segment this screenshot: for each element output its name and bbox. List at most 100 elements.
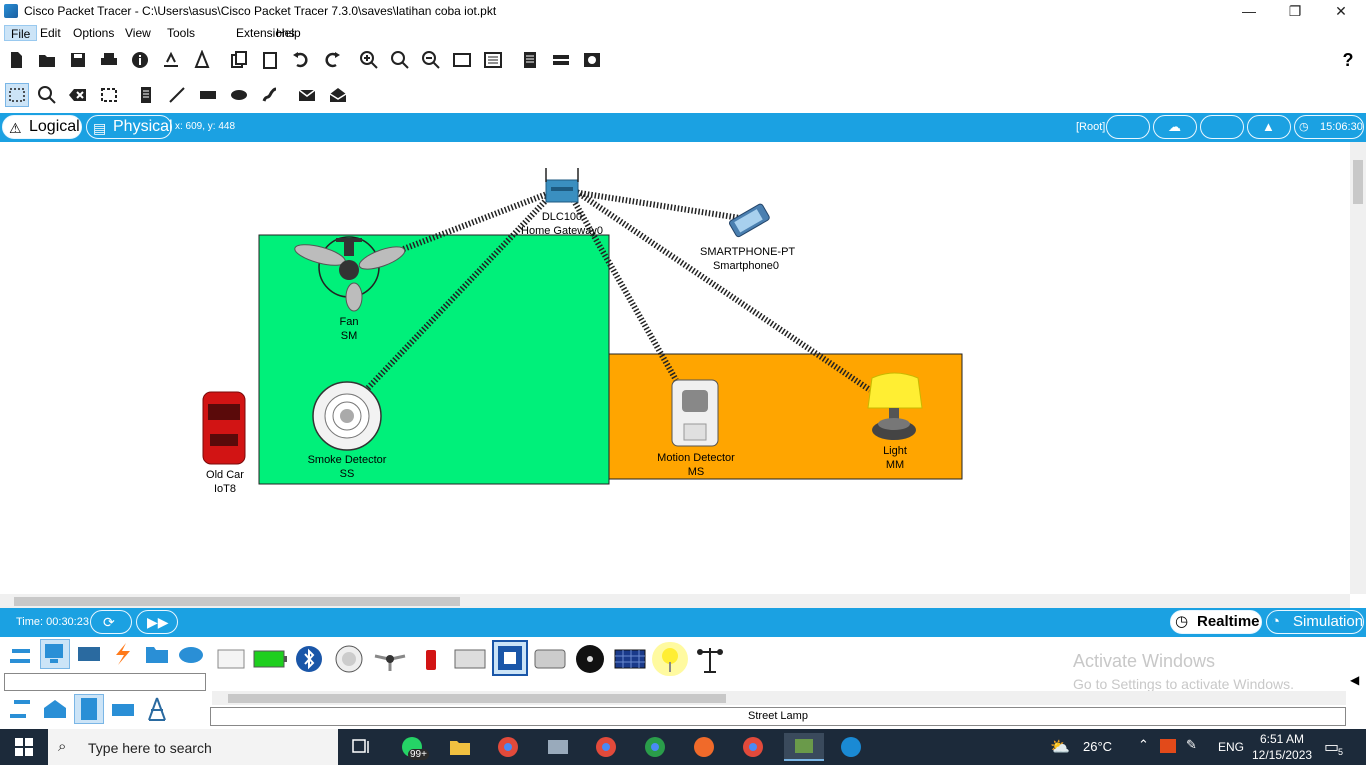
- device-thumb-speaker[interactable]: [572, 642, 608, 676]
- device-thumb-screen[interactable]: [214, 642, 248, 676]
- chrome-profile-3-icon[interactable]: [637, 733, 673, 761]
- network-devices-category-icon[interactable]: [6, 639, 36, 669]
- resize-shape-icon[interactable]: [97, 83, 121, 107]
- palette-icon[interactable]: [481, 48, 505, 72]
- panel-collapse-icon[interactable]: ◀: [1350, 673, 1359, 687]
- menu-edit[interactable]: Edit: [34, 25, 67, 41]
- end-devices-category-icon[interactable]: [40, 639, 70, 669]
- place-note-icon[interactable]: [134, 83, 158, 107]
- menu-help[interactable]: Help: [270, 25, 307, 41]
- device-list-scrollbar[interactable]: [212, 691, 1346, 705]
- wizard-icon[interactable]: [190, 48, 214, 72]
- draw-rectangle-icon[interactable]: [196, 83, 220, 107]
- menu-tools[interactable]: Tools: [161, 25, 201, 41]
- help-icon[interactable]: ?: [1336, 48, 1360, 72]
- image-viewer-icon[interactable]: [580, 48, 604, 72]
- device-thumb-bluetooth-icon[interactable]: [292, 642, 326, 676]
- taskbar-search-box[interactable]: ⌕ Type here to search: [48, 729, 338, 765]
- task-view-icon[interactable]: [344, 733, 380, 761]
- horizontal-scrollbar[interactable]: [0, 594, 1350, 608]
- move-object-button[interactable]: [1200, 115, 1244, 139]
- tab-physical[interactable]: ▤ Physical: [86, 115, 173, 139]
- restore-button[interactable]: ❐: [1272, 0, 1318, 24]
- whatsapp-icon[interactable]: 99+: [394, 733, 430, 761]
- connections-category-icon[interactable]: [108, 639, 138, 669]
- realtime-mode-button[interactable]: ◷ Realtime: [1170, 610, 1262, 634]
- industrial-subcategory-icon[interactable]: [74, 694, 104, 724]
- fast-forward-button[interactable]: ▶▶: [136, 610, 178, 634]
- viewport-icon[interactable]: [450, 48, 474, 72]
- packet-tracer-taskbar-icon[interactable]: [784, 733, 824, 761]
- smartphone-device[interactable]: [728, 203, 770, 238]
- menu-options[interactable]: Options: [67, 25, 120, 41]
- xampp-icon[interactable]: [686, 733, 722, 761]
- device-list-scroll-thumb[interactable]: [228, 694, 726, 703]
- add-simple-pdu-icon[interactable]: [295, 83, 319, 107]
- inspect-tool-icon[interactable]: [35, 83, 59, 107]
- device-thumb-wind-sensor[interactable]: [692, 642, 728, 676]
- tray-app-icon[interactable]: [1160, 739, 1176, 753]
- device-template-icon[interactable]: [549, 48, 573, 72]
- home-gateway-device[interactable]: [545, 168, 579, 203]
- close-button[interactable]: ✕: [1318, 0, 1364, 24]
- motion-detector-device[interactable]: [671, 379, 719, 447]
- multiuser-category-icon[interactable]: [176, 639, 206, 669]
- paste-icon[interactable]: [258, 48, 282, 72]
- viewport-clock[interactable]: ◷ 15:06:30: [1294, 115, 1364, 139]
- notification-center-icon[interactable]: ▭: [1324, 737, 1339, 757]
- snipping-tool-icon[interactable]: [540, 733, 576, 761]
- miscellaneous-category-icon[interactable]: [142, 639, 172, 669]
- weather-temperature[interactable]: 26°C: [1083, 739, 1112, 754]
- windows-start-icon[interactable]: [6, 733, 42, 761]
- language-indicator[interactable]: ENG: [1218, 740, 1244, 754]
- device-thumb-webcam[interactable]: [452, 642, 488, 676]
- old-car-device[interactable]: [202, 391, 246, 465]
- components-category-icon[interactable]: [74, 639, 104, 669]
- vertical-scroll-thumb[interactable]: [1353, 160, 1363, 204]
- cluster-up-button[interactable]: [1106, 115, 1150, 139]
- info-icon[interactable]: [128, 48, 152, 72]
- custom-device-icon[interactable]: [518, 48, 542, 72]
- pen-workspace-icon[interactable]: ✎: [1186, 737, 1197, 753]
- edge-icon[interactable]: [833, 733, 869, 761]
- logical-workspace-canvas[interactable]: DLC100 Home Gateway0 SMARTPHONE-PT Smart…: [0, 142, 1366, 608]
- select-tool-icon[interactable]: [5, 83, 29, 107]
- smart-city-subcategory-icon[interactable]: [40, 694, 70, 724]
- device-search-input[interactable]: [4, 673, 206, 691]
- new-file-icon[interactable]: [4, 48, 28, 72]
- freeform-icon[interactable]: [258, 83, 282, 107]
- chrome-profile-4-icon[interactable]: [735, 733, 771, 761]
- home-subcategory-icon[interactable]: [6, 694, 36, 724]
- zoom-out-icon[interactable]: [419, 48, 443, 72]
- horizontal-scroll-thumb[interactable]: [14, 597, 460, 606]
- device-thumb-carbon-monoxide-detector[interactable]: [332, 642, 366, 676]
- network-info-icon[interactable]: [159, 48, 183, 72]
- show-hidden-icons-chevron-icon[interactable]: ⌃: [1138, 737, 1149, 753]
- power-grid-subcategory-icon[interactable]: [108, 694, 138, 724]
- draw-line-icon[interactable]: [165, 83, 189, 107]
- draw-ellipse-icon[interactable]: [227, 83, 251, 107]
- redo-icon[interactable]: [320, 48, 344, 72]
- power-cycle-button[interactable]: ⟳: [90, 610, 132, 634]
- chrome-icon[interactable]: [490, 733, 526, 761]
- lamp-light-device[interactable]: [867, 372, 923, 440]
- tower-subcategory-icon[interactable]: [142, 694, 172, 724]
- file-explorer-icon[interactable]: [442, 733, 478, 761]
- simulation-mode-button[interactable]: ◔ Simulation: [1266, 610, 1364, 634]
- taskbar-clock[interactable]: 6:51 AM 12/15/2023: [1252, 731, 1312, 763]
- device-thumb-street-lamp[interactable]: [652, 642, 688, 676]
- device-thumb-old-car[interactable]: [414, 642, 448, 676]
- new-cluster-button[interactable]: ☁: [1153, 115, 1197, 139]
- device-thumb-battery-icon[interactable]: [252, 642, 288, 676]
- menu-view[interactable]: View: [119, 25, 157, 41]
- copy-icon[interactable]: [227, 48, 251, 72]
- vertical-scrollbar[interactable]: [1350, 142, 1366, 594]
- device-thumb-solar-panel[interactable]: [612, 642, 648, 676]
- open-folder-icon[interactable]: [35, 48, 59, 72]
- add-complex-pdu-icon[interactable]: [326, 83, 350, 107]
- undo-icon[interactable]: [289, 48, 313, 72]
- background-image-button[interactable]: ▲: [1247, 115, 1291, 139]
- delete-tool-icon[interactable]: [66, 83, 90, 107]
- smoke-detector-device[interactable]: [312, 381, 382, 451]
- minimize-button[interactable]: —: [1226, 0, 1272, 24]
